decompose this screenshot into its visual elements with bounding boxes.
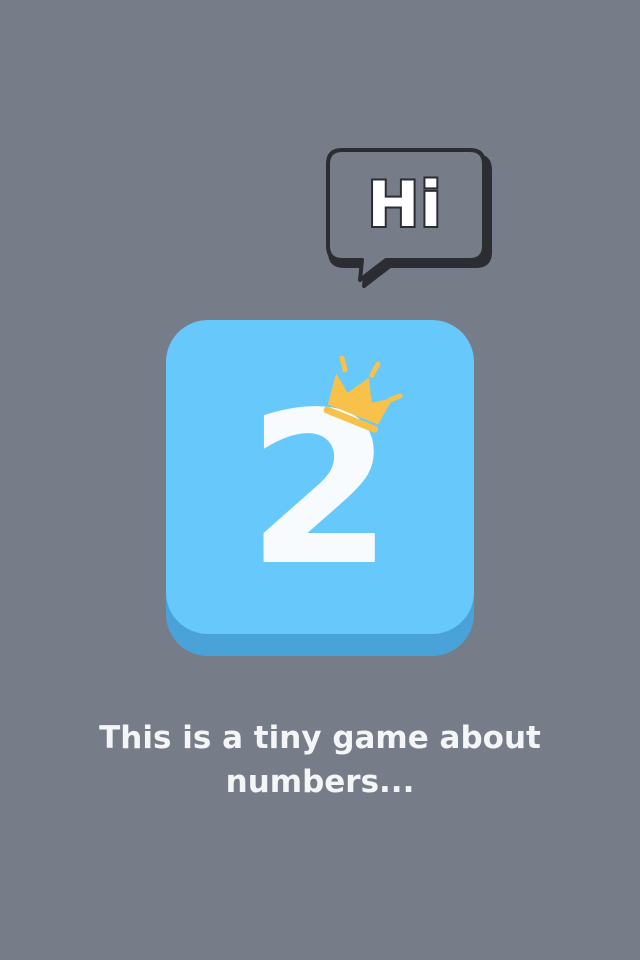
intro-screen[interactable]: Hi 2 This is a tiny game about numbers..… (0, 0, 640, 960)
speech-text: Hi (365, 168, 443, 242)
number-tile[interactable]: 2 (166, 320, 474, 656)
crown-icon (323, 356, 403, 433)
intro-caption: This is a tiny game about numbers... (99, 720, 541, 800)
speech-bubble: Hi (326, 146, 494, 288)
